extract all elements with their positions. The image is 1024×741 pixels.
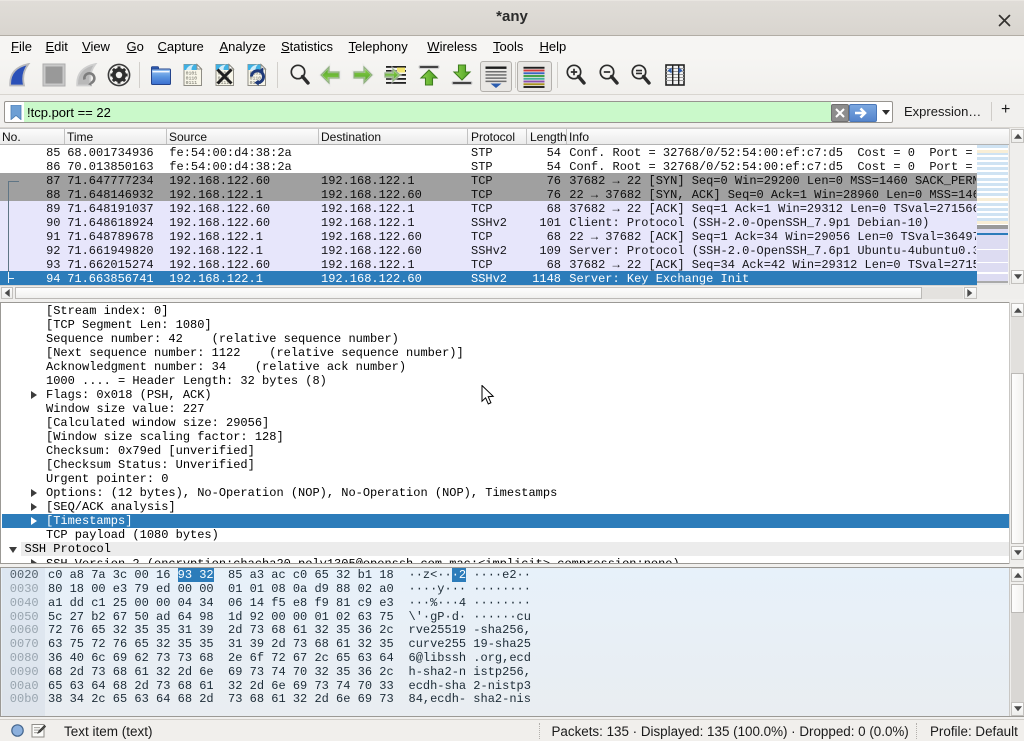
svg-text:0111: 0111 <box>186 80 198 86</box>
